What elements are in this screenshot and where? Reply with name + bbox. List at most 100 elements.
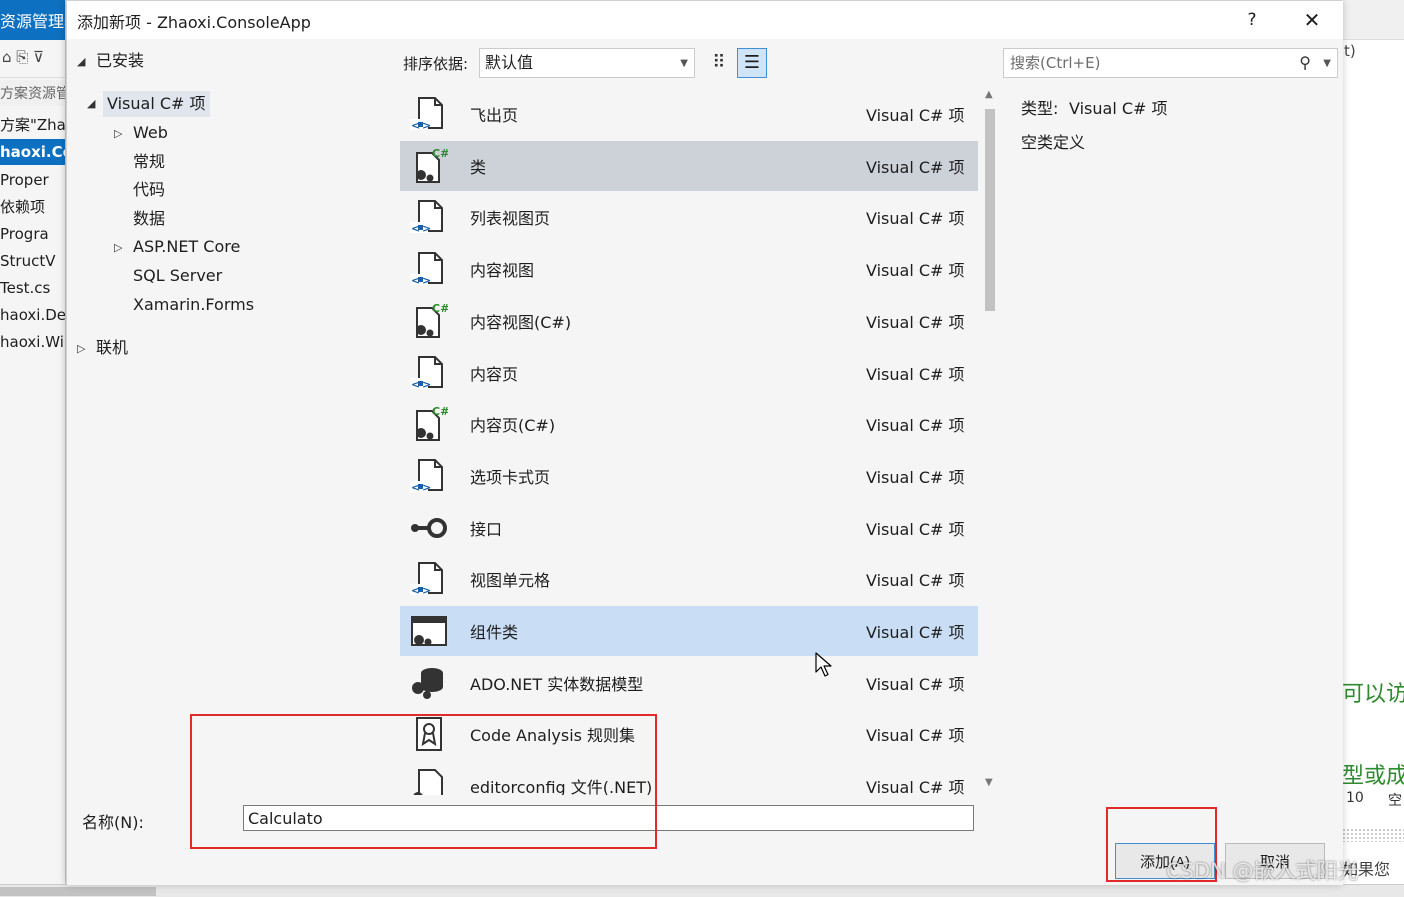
grid-view-icon[interactable]: ⠿: [705, 49, 733, 77]
solution-row[interactable]: Test.cs: [0, 275, 65, 301]
template-row[interactable]: 组件类 Visual C# 项: [400, 606, 978, 656]
template-row[interactable]: < > 飞出页 Visual C# 项: [400, 89, 978, 139]
template-language: Visual C# 项: [866, 623, 965, 642]
template-language: Visual C# 项: [866, 157, 965, 177]
tree-code[interactable]: 代码: [133, 177, 165, 203]
template-row[interactable]: < > 选项卡式页 Visual C# 项: [400, 451, 978, 501]
scroll-down-icon[interactable]: ▼: [985, 777, 993, 788]
status-scrollbar: [0, 884, 1404, 897]
svg-text:C#: C#: [432, 147, 448, 160]
solution-row[interactable]: 方案"Zha: [0, 112, 65, 138]
watermark: CSDN @嵌入式阳光: [1166, 859, 1359, 883]
solution-row[interactable]: haoxi.Wi: [0, 329, 65, 355]
collapsed-arrow-icon[interactable]: ▷: [77, 342, 85, 355]
dialog-title: 添加新项 - Zhaoxi.ConsoleApp: [77, 13, 311, 32]
template-name: 选项卡式页: [470, 467, 551, 487]
csharp-class-icon: C#: [408, 302, 449, 340]
template-name: 列表视图页: [470, 209, 551, 229]
search-input[interactable]: 搜索(Ctrl+E) ⚲ ▼: [1003, 48, 1338, 78]
tree-aspnet-core[interactable]: ASP.NET Core: [133, 234, 240, 260]
collapsed-arrow-icon[interactable]: ▷: [114, 127, 122, 140]
page-icon: < >: [408, 250, 448, 288]
tree-general[interactable]: 常规: [133, 149, 165, 175]
list-view-icon[interactable]: ☰: [737, 48, 767, 78]
tree-data[interactable]: 数据: [133, 206, 165, 232]
svg-text:>: >: [422, 481, 431, 494]
solution-row[interactable]: haoxi.De: [0, 302, 65, 328]
template-row[interactable]: C# 内容视图(C#) Visual C# 项: [400, 296, 978, 346]
svg-text:>: >: [422, 274, 431, 287]
template-language: Visual C# 项: [866, 209, 965, 229]
template-language: Visual C# 项: [866, 778, 965, 795]
template-name: 内容页(C#): [470, 416, 556, 436]
template-name: 内容视图: [470, 261, 535, 281]
template-language: Visual C# 项: [866, 467, 965, 487]
tree-online[interactable]: 联机: [96, 335, 128, 361]
template-language: Visual C# 项: [866, 519, 965, 539]
editor-comment: 可以访问: [1342, 682, 1404, 707]
solution-row-selected[interactable]: haoxi.Co: [0, 139, 65, 165]
search-placeholder: 搜索(Ctrl+E): [1010, 54, 1101, 72]
tree-sql-server[interactable]: SQL Server: [133, 263, 222, 289]
solution-row[interactable]: Proper: [0, 167, 65, 193]
template-language: Visual C# 项: [866, 726, 965, 746]
template-language: Visual C# 项: [866, 674, 965, 694]
solution-row[interactable]: Progra: [0, 221, 65, 247]
svg-text:>: >: [422, 119, 431, 132]
solution-row[interactable]: StructV: [0, 248, 65, 274]
template-row[interactable]: 接口 Visual C# 项: [400, 503, 978, 553]
template-language: Visual C# 项: [866, 106, 965, 125]
component-icon: [408, 612, 448, 650]
help-button[interactable]: ?: [1237, 5, 1267, 35]
close-button[interactable]: ✕: [1297, 5, 1327, 35]
interface-icon: [408, 509, 448, 547]
tree-installed[interactable]: 已安装: [96, 48, 144, 74]
editor-tab-strip: [1342, 0, 1404, 40]
sort-value: 默认值: [485, 53, 534, 72]
expanded-arrow-icon[interactable]: ◢: [77, 55, 85, 68]
editor-number: 10: [1346, 790, 1364, 806]
tree-xamarin-forms[interactable]: Xamarin.Forms: [133, 292, 254, 318]
expanded-arrow-icon[interactable]: ◢: [87, 97, 95, 110]
template-row[interactable]: < > 内容视图 Visual C# 项: [400, 244, 978, 294]
svg-text:C#: C#: [432, 302, 448, 315]
template-row[interactable]: C# 内容页(C#) Visual C# 项: [400, 399, 978, 449]
template-row[interactable]: ADO.NET 实体数据模型 Visual C# 项: [400, 658, 978, 708]
solution-explorer-search: 方案资源管: [0, 80, 65, 106]
template-name: 类: [470, 157, 487, 177]
search-icon[interactable]: ⚲: [1299, 49, 1311, 77]
name-label: 名称(N):: [82, 813, 144, 832]
tree-web[interactable]: Web: [133, 120, 168, 146]
chevron-down-icon[interactable]: ▼: [1323, 50, 1331, 78]
vertical-scrollbar[interactable]: ▲ ▼: [982, 89, 998, 795]
solution-explorer-background: 资源管理器 ⌂ ⎘ ⊽ 方案资源管 方案"Zha haoxi.Co Proper…: [0, 0, 66, 897]
template-list: < > 飞出页 Visual C# 项 C# 类 Visual C# 项 < > 列表视图页 Vis…: [400, 87, 978, 795]
template-name: 组件类: [470, 623, 519, 642]
scroll-thumb[interactable]: [985, 109, 995, 311]
page-icon: < >: [408, 560, 448, 598]
template-row[interactable]: C# 类 Visual C# 项: [400, 140, 978, 191]
solution-row[interactable]: 依赖项: [0, 194, 65, 220]
chevron-down-icon: ▼: [680, 58, 688, 69]
sort-dropdown[interactable]: 默认值 ▼: [479, 48, 695, 78]
page-icon: < >: [408, 198, 448, 236]
annotation-box-name: [190, 714, 657, 849]
dialog-title-bar: 添加新项 - Zhaoxi.ConsoleApp ? ✕: [67, 1, 1343, 39]
solution-explorer-toolbar: ⌂ ⎘ ⊽: [0, 40, 65, 78]
horizontal-scroll-thumb[interactable]: [0, 887, 156, 896]
template-name: 接口: [470, 519, 503, 539]
template-language: Visual C# 项: [866, 261, 965, 281]
template-language: Visual C# 项: [866, 571, 965, 591]
solution-explorer-title: 资源管理器: [0, 0, 65, 40]
collapsed-arrow-icon[interactable]: ▷: [114, 241, 122, 254]
template-row[interactable]: < > 内容页 Visual C# 项: [400, 348, 978, 398]
svg-text:>: >: [422, 378, 431, 391]
template-row[interactable]: < > 视图单元格 Visual C# 项: [400, 554, 978, 604]
template-name: 飞出页: [470, 106, 519, 125]
scroll-up-icon[interactable]: ▲: [985, 89, 993, 100]
svg-text:C#: C#: [432, 405, 448, 418]
template-name: 内容页: [470, 364, 519, 384]
ado-icon: [408, 664, 448, 702]
tree-visual-csharp[interactable]: Visual C# 项: [103, 91, 210, 117]
template-row[interactable]: < > 列表视图页 Visual C# 项: [400, 192, 978, 242]
